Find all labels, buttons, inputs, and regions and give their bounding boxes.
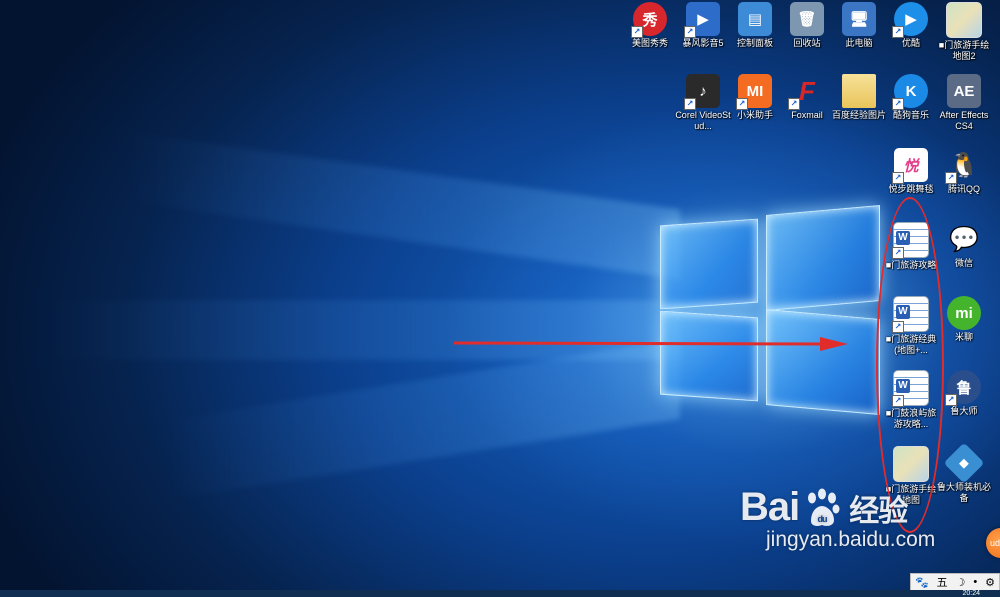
windows-logo-pane <box>766 205 880 311</box>
ludashi-install-icon: ◆ <box>943 442 985 484</box>
desktop-icon-baidu-folder[interactable]: 百度经验图片 <box>831 74 887 121</box>
ime-punctuation-icon[interactable]: • <box>973 576 977 588</box>
desktop-icon-label: 暴风影音5 <box>682 38 724 48</box>
desktop-icon-youku[interactable]: ▶ ↗ 优酷 <box>883 2 939 49</box>
taskbar-clock[interactable]: 20:24 <box>962 590 980 597</box>
watermark-brand-left: Bai <box>740 485 800 529</box>
desktop-icon-map-2[interactable]: ■门旅游手绘地图2 <box>936 2 992 62</box>
desktop-icon-corel-videostudio[interactable]: ♪ ↗ Corel VideoStud... <box>675 74 731 132</box>
desktop-icon-label: 酷狗音乐 <box>892 110 929 120</box>
desktop-icon-label: 美图秀秀 <box>631 38 668 48</box>
ime-paw-icon[interactable]: 🐾 <box>915 576 929 589</box>
desktop-icon-label: 鲁大师 <box>950 406 978 416</box>
ime-moon-icon[interactable]: ☽ <box>956 576 966 589</box>
baidu-jingyan-watermark: Bai du 经验 jingyan.baidu.com <box>740 485 970 575</box>
svg-text:du: du <box>818 514 827 524</box>
desktop-wallpaper: 秀 ↗ 美图秀秀 ▶ ↗ 暴风影音5 ▤ 控制面板 🗑 回收站 🖥 此电脑 ▶ ↗ 优… <box>0 0 1000 597</box>
desktop-icon-recycle-bin[interactable]: 🗑 回收站 <box>779 2 835 49</box>
meitu-icon: 秀 ↗ <box>631 2 667 38</box>
folder-icon <box>842 74 876 108</box>
after-effects-icon: AE <box>947 74 981 108</box>
corel-videostudio-icon: ♪ ↗ <box>684 74 720 110</box>
desktop-icon-label: 悦步跳舞毯 <box>888 184 934 194</box>
desktop-icon-label: 此电脑 <box>845 38 873 48</box>
ime-mode-indicator[interactable]: 五 <box>937 574 948 590</box>
desktop-icon-meitu[interactable]: 秀 ↗ 美图秀秀 <box>622 2 678 49</box>
control-panel-icon: ▤ <box>738 2 772 36</box>
desktop-icon-label: 微信 <box>954 258 973 268</box>
annotation-arrow-icon <box>453 337 848 351</box>
desktop-icon-kugou[interactable]: K ↗ 酷狗音乐 <box>883 74 939 121</box>
desktop-icon-wechat[interactable]: 💬 微信 <box>936 222 992 269</box>
this-pc-icon: 🖥 <box>842 2 876 36</box>
desktop-icon-label: Foxmail <box>791 110 823 120</box>
ime-toolbar[interactable]: 🐾 五 ☽ • ⚙ <box>910 573 1000 591</box>
watermark-brand-right: 经验 <box>849 494 908 528</box>
desktop-icon-baofeng[interactable]: ▶ ↗ 暴风影音5 <box>675 2 731 49</box>
desktop-icon-label: After Effects CS4 <box>939 110 989 131</box>
taskbar[interactable] <box>0 590 1000 597</box>
floating-assistant-ball[interactable]: ud <box>986 528 1000 558</box>
baidu-paw-icon: du <box>808 488 840 526</box>
youku-icon: ▶ ↗ <box>892 2 928 38</box>
annotation-ellipse <box>876 197 944 533</box>
wallpaper-light-beam <box>120 130 680 280</box>
desktop-icon-label: ■门旅游手绘地图2 <box>938 40 990 61</box>
desktop-icon-label: Corel VideoStud... <box>675 110 731 131</box>
windows-logo-pane <box>660 218 758 310</box>
ludashi-icon: 鲁 ↗ <box>945 370 981 406</box>
desktop-icon-dance-mat[interactable]: 悦 ↗ 悦步跳舞毯 <box>883 148 939 195</box>
desktop-icon-ludashi[interactable]: 鲁 ↗ 鲁大师 <box>936 370 992 417</box>
watermark-logo: Bai du 经验 <box>740 485 970 530</box>
desktop-icon-label: 小米助手 <box>736 110 773 120</box>
baofeng-icon: ▶ ↗ <box>684 2 720 38</box>
desktop-icon-this-pc[interactable]: 🖥 此电脑 <box>831 2 887 49</box>
desktop-icon-label: 回收站 <box>793 38 821 48</box>
desktop-icon-xiaomi-assistant[interactable]: MI ↗ 小米助手 <box>727 74 783 121</box>
ime-settings-icon[interactable]: ⚙ <box>985 576 995 589</box>
miliao-icon: mi <box>947 296 981 330</box>
xiaomi-assistant-icon: MI ↗ <box>736 74 772 110</box>
qq-icon: 🐧 ↗ <box>945 148 981 184</box>
desktop-icon-label: 百度经验图片 <box>831 110 886 120</box>
desktop-icon-label: 米聊 <box>954 332 973 342</box>
dance-mat-icon: 悦 ↗ <box>892 148 928 184</box>
recycle-bin-icon: 🗑 <box>790 2 824 36</box>
windows-logo-pane <box>766 309 880 415</box>
desktop-icon-control-panel[interactable]: ▤ 控制面板 <box>727 2 783 49</box>
desktop-icon-miliao[interactable]: mi 米聊 <box>936 296 992 343</box>
desktop-icon-label: 控制面板 <box>736 38 773 48</box>
windows-logo-pane <box>660 310 758 402</box>
desktop-icon-qq[interactable]: 🐧 ↗ 腾讯QQ <box>936 148 992 195</box>
desktop-icon-foxmail[interactable]: F ↗ Foxmail <box>779 74 835 121</box>
wallpaper-light-beam <box>160 338 680 502</box>
watermark-url: jingyan.baidu.com <box>766 528 936 551</box>
desktop-icon-after-effects[interactable]: AE After Effects CS4 <box>936 74 992 132</box>
kugou-icon: K ↗ <box>892 74 928 110</box>
foxmail-icon: F ↗ <box>788 74 824 110</box>
desktop-icon-label: 腾讯QQ <box>947 184 980 194</box>
desktop-icon-label: 优酷 <box>901 38 920 48</box>
wechat-icon: 💬 <box>949 225 979 253</box>
map-image-icon <box>946 2 982 38</box>
